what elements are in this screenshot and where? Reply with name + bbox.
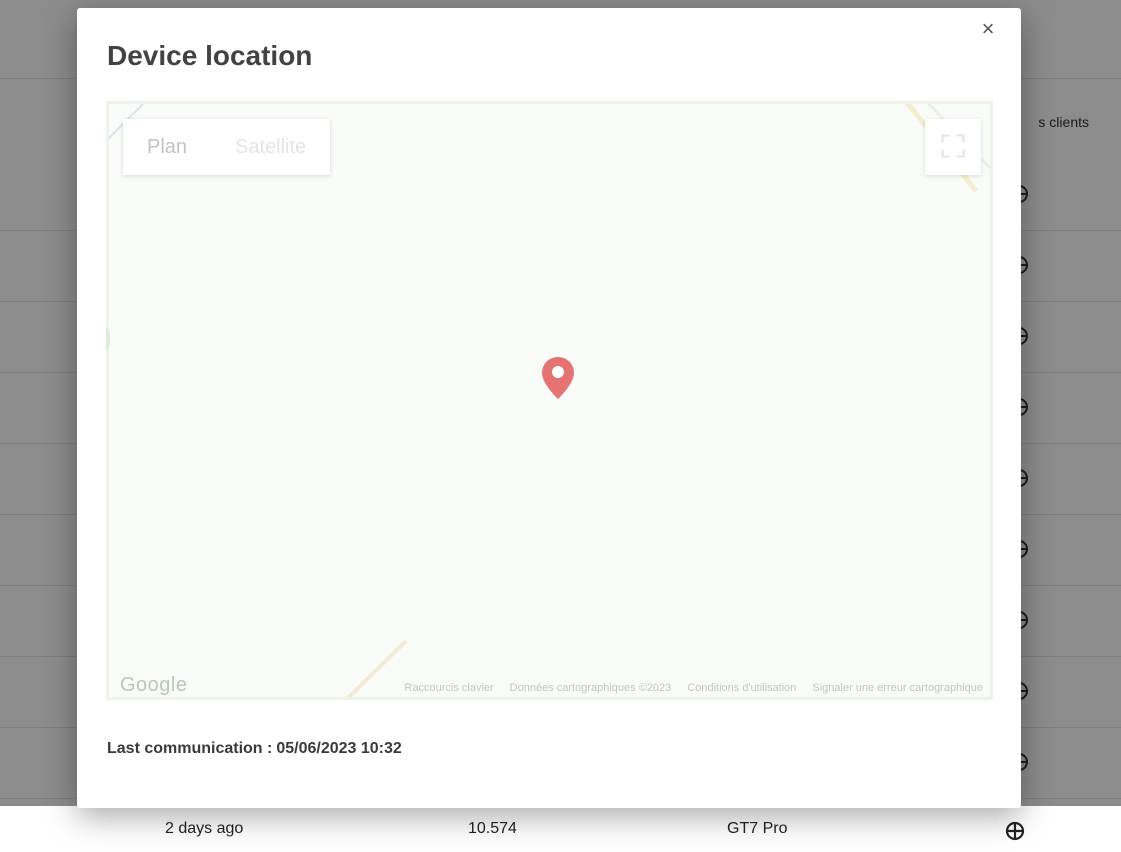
last-communication: Last communication :05/06/2023 10:32 [107, 740, 402, 758]
last-seen-cell: 2 days ago [165, 820, 244, 837]
map-background-icon [106, 101, 993, 700]
dialog-title: Device location [107, 40, 313, 71]
report-map-error-link[interactable]: Signaler une erreur cartographique [812, 682, 983, 694]
map-view[interactable]: Plan Satellite Google Raccourcis clavier… [106, 101, 993, 700]
last-communication-label: Last communication : [107, 740, 273, 757]
device-location-dialog: Device location × Plan Satellite Google … [77, 8, 1021, 808]
map-type-plan-button[interactable]: Plan [123, 119, 212, 175]
map-attribution: Raccourcis clavier Données cartographiqu… [404, 682, 983, 694]
fullscreen-icon [941, 133, 965, 158]
terms-of-use-link[interactable]: Conditions d'utilisation [687, 682, 796, 694]
map-marker-icon[interactable] [542, 357, 574, 399]
map-type-satellite-button[interactable]: Satellite [211, 119, 331, 175]
keyboard-shortcuts-link[interactable]: Raccourcis clavier [404, 682, 493, 694]
close-button[interactable]: × [973, 14, 1003, 44]
map-type-control: Plan Satellite [123, 119, 331, 175]
device-model-cell: GT7 Pro [727, 820, 788, 837]
fullscreen-button[interactable] [925, 119, 981, 175]
map-data-notice: Données cartographiques ©2023 [509, 682, 672, 694]
table-row[interactable]: 2 days ago 10.574 GT7 Pro [0, 806, 1121, 852]
value-cell: 10.574 [468, 820, 517, 837]
globe-icon[interactable] [1005, 821, 1025, 841]
last-communication-value: 05/06/2023 10:32 [276, 740, 402, 757]
google-logo: Google [120, 673, 188, 696]
